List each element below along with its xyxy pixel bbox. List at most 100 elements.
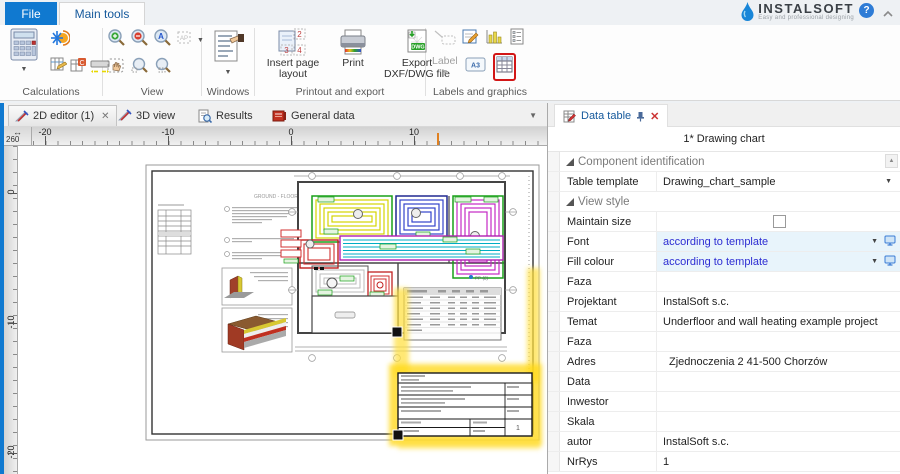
prop-value-input[interactable]: InstalSoft s.c.: [657, 432, 900, 451]
prop-value-text: 1: [663, 456, 669, 468]
screen-preview-icon[interactable]: [884, 255, 896, 269]
prop-row-inwestor[interactable]: Inwestor: [548, 392, 900, 412]
prop-value-input[interactable]: [657, 372, 900, 391]
panel-close-icon[interactable]: ✕: [650, 110, 659, 123]
drawing-chart-table-icon[interactable]: [496, 56, 513, 78]
callout-label-icon: [434, 29, 456, 50]
label-button-text: Label: [432, 56, 458, 67]
scrollbar-up-button[interactable]: ▲: [885, 154, 898, 168]
zoom-area-icon[interactable]: AP: [176, 29, 193, 51]
prop-row-skala[interactable]: Skala: [548, 412, 900, 432]
tab-close-icon[interactable]: ✕: [101, 111, 109, 122]
section-component-identification[interactable]: Component identification: [548, 152, 900, 172]
zoom-all-icon[interactable]: A: [153, 28, 172, 52]
droplet-icon: [741, 2, 754, 26]
prop-row-projektant[interactable]: Projektant InstalSoft s.c.: [548, 292, 900, 312]
prop-row-adres[interactable]: Adres Zjednoczenia 2 41-500 Chorzów: [548, 352, 900, 372]
tab-2d-editor[interactable]: 2D editor (1) ✕: [8, 105, 117, 126]
zoom-window-icon[interactable]: [130, 56, 149, 80]
results-icon: [198, 109, 212, 123]
zoom-in-icon[interactable]: [107, 28, 126, 52]
selection-handle[interactable]: [393, 430, 403, 440]
selected-object-header: 1* Drawing chart: [548, 127, 900, 152]
maintain-size-checkbox[interactable]: [773, 215, 786, 228]
prop-value-text: Drawing_chart_sample: [663, 176, 776, 188]
windows-button[interactable]: ▼: [206, 29, 250, 78]
prop-row-faza-1[interactable]: Faza: [548, 272, 900, 292]
prop-value-input[interactable]: [657, 392, 900, 411]
tab-file[interactable]: File: [5, 2, 57, 25]
row-gutter: [548, 272, 560, 291]
frame-a3-icon[interactable]: A3: [465, 56, 486, 78]
drawing-title-block[interactable]: 1: [398, 373, 532, 436]
list-label-icon[interactable]: [510, 28, 525, 50]
panel-tab-data-table[interactable]: Data table ✕: [554, 104, 668, 127]
zoom-previous-icon[interactable]: [153, 56, 172, 80]
drawing-chart-button-highlight: [493, 53, 516, 81]
windows-dropdown-caret[interactable]: ▼: [225, 67, 232, 78]
dropdown-caret-icon[interactable]: ▼: [885, 178, 892, 185]
prop-row-fill-colour[interactable]: Fill colour according to template ▼: [548, 252, 900, 272]
drawing-canvas[interactable]: GROUND - FLOOR: [18, 146, 547, 474]
prop-row-faza-2[interactable]: Faza: [548, 332, 900, 352]
edit-label-icon[interactable]: [462, 28, 479, 50]
prop-row-data[interactable]: Data: [548, 372, 900, 392]
dropdown-caret-icon[interactable]: ▼: [871, 258, 878, 265]
svg-text:2: 2: [297, 30, 302, 39]
screen-preview-icon[interactable]: [884, 235, 896, 249]
group-label-calculations: Calculations: [0, 86, 102, 98]
prop-value-input[interactable]: [657, 412, 900, 431]
dropdown-caret-icon[interactable]: ▼: [871, 238, 878, 245]
pin-icon[interactable]: [636, 111, 645, 122]
tab-main-tools[interactable]: Main tools: [59, 2, 145, 25]
costs-table-icon[interactable]: C: [70, 57, 87, 79]
calculations-dropdown-caret[interactable]: ▼: [21, 64, 28, 75]
prop-value-dropdown[interactable]: according to template ▼: [657, 232, 900, 251]
prop-row-font[interactable]: Font according to template ▼: [548, 232, 900, 252]
prop-value-input[interactable]: [657, 332, 900, 351]
prop-row-nrrys[interactable]: NrRys 1: [548, 452, 900, 472]
window-hand-icon: [210, 29, 246, 67]
print-button[interactable]: Print: [335, 28, 371, 69]
brand-logo: INSTALSOFT Easy and professional designi…: [741, 2, 854, 26]
prop-value-dropdown[interactable]: Drawing_chart_sample ▼: [657, 172, 900, 191]
prop-value-text: according to template: [663, 236, 768, 248]
chart-label-icon[interactable]: [485, 28, 504, 50]
pan-hand-icon[interactable]: [107, 56, 126, 80]
prop-value-input[interactable]: Underfloor and wall heating example proj…: [657, 312, 900, 331]
calculations-button[interactable]: ▼: [4, 28, 44, 75]
results-table-icon[interactable]: [50, 57, 67, 79]
thermal-calculation-icon[interactable]: [50, 28, 110, 53]
tab-results[interactable]: Results: [192, 105, 259, 126]
ruler-corner: ↔ 260: [4, 127, 32, 146]
property-grid: Component identification Table template …: [548, 152, 900, 472]
group-view: A AP ▼: [103, 25, 201, 100]
help-button[interactable]: ?: [859, 3, 874, 18]
prop-row-autor[interactable]: autor InstalSoft s.c.: [548, 432, 900, 452]
group-label-view: View: [103, 86, 201, 98]
zoom-out-icon[interactable]: [130, 28, 149, 52]
insert-page-layout-button[interactable]: 2 3 4 Insert page layout: [259, 28, 327, 80]
prop-row-temat[interactable]: Temat Underfloor and wall heating exampl…: [548, 312, 900, 332]
section-view-style[interactable]: View style: [548, 192, 900, 212]
collapse-triangle-icon[interactable]: [566, 198, 574, 206]
collapse-triangle-icon[interactable]: [566, 158, 574, 166]
ribbon-collapse-button[interactable]: [882, 6, 894, 16]
doc-tabs-overflow-caret[interactable]: ▼: [529, 111, 537, 120]
tab-general-data[interactable]: General data: [266, 105, 361, 126]
prop-row-table-template[interactable]: Table template Drawing_chart_sample ▼: [548, 172, 900, 192]
app-window: File Main tools INSTALSOFT Easy and prof…: [0, 0, 900, 474]
page-layout-icon: 2 3 4: [277, 28, 309, 58]
prop-value-input[interactable]: InstalSoft s.c.: [657, 292, 900, 311]
row-gutter: [548, 232, 560, 251]
ruler-corner-value: 260: [6, 135, 19, 144]
tab-3d-view[interactable]: 3D view: [112, 105, 181, 126]
prop-row-maintain-size[interactable]: Maintain size: [548, 212, 900, 232]
prop-value-dropdown[interactable]: according to template ▼: [657, 252, 900, 271]
prop-value-input[interactable]: Zjednoczenia 2 41-500 Chorzów: [657, 352, 900, 371]
prop-value-input[interactable]: [657, 272, 900, 291]
prop-value-text: Underfloor and wall heating example proj…: [663, 316, 878, 328]
selection-handle[interactable]: [392, 327, 402, 337]
svg-text:3: 3: [284, 46, 289, 55]
prop-value-input[interactable]: 1: [657, 452, 900, 471]
